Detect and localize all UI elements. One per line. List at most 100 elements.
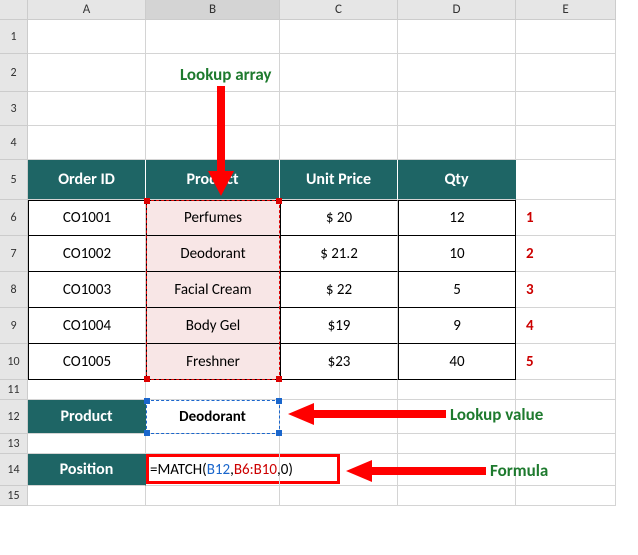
position-label[interactable]: Position	[28, 454, 146, 486]
row-header-9[interactable]: 9	[0, 308, 28, 344]
cell-B13[interactable]	[146, 434, 280, 454]
cell-C15[interactable]	[280, 486, 398, 506]
col-header-D[interactable]: D	[398, 0, 516, 19]
header-unit-price[interactable]: Unit Price	[280, 160, 398, 200]
cell-B7[interactable]: Deodorant	[146, 236, 280, 272]
cell-D12[interactable]	[398, 400, 516, 434]
header-qty[interactable]: Qty	[398, 160, 516, 200]
cell-D1[interactable]	[398, 20, 516, 54]
select-all-corner[interactable]	[0, 0, 28, 19]
cell-A3[interactable]	[28, 92, 146, 126]
cell-C6[interactable]: $ 20	[280, 200, 398, 236]
cell-D13[interactable]	[398, 434, 516, 454]
cell-E15[interactable]	[516, 486, 616, 506]
cell-A11[interactable]	[28, 380, 146, 400]
formula-suffix: )	[288, 461, 293, 479]
cell-C9[interactable]: $19	[280, 308, 398, 344]
row-index-5: 5	[516, 344, 616, 380]
cell-D9[interactable]: 9	[398, 308, 516, 344]
cell-C2[interactable]	[280, 54, 398, 92]
cell-E11[interactable]	[516, 380, 616, 400]
cell-C3[interactable]	[280, 92, 398, 126]
cell-A2[interactable]	[28, 54, 146, 92]
cell-D6[interactable]: 12	[398, 200, 516, 236]
cell-E5[interactable]	[516, 160, 616, 200]
row-header-15[interactable]: 15	[0, 486, 28, 506]
cell-D15[interactable]	[398, 486, 516, 506]
row-header-4[interactable]: 4	[0, 126, 28, 160]
row-header-14[interactable]: 14	[0, 454, 28, 486]
lookup-value-cell[interactable]: Deodorant	[146, 400, 280, 434]
cell-A4[interactable]	[28, 126, 146, 160]
cell-B10[interactable]: Freshner	[146, 344, 280, 380]
cell-A10[interactable]: CO1005	[28, 344, 146, 380]
cell-E12[interactable]	[516, 400, 616, 434]
cell-D11[interactable]	[398, 380, 516, 400]
cell-D14[interactable]	[398, 454, 516, 486]
row-header-2[interactable]: 2	[0, 54, 28, 92]
cell-C11[interactable]	[280, 380, 398, 400]
cell-D2[interactable]	[398, 54, 516, 92]
row-index-1: 1	[516, 200, 616, 236]
cell-B8[interactable]: Facial Cream	[146, 272, 280, 308]
cell-D3[interactable]	[398, 92, 516, 126]
cell-C8[interactable]: $ 22	[280, 272, 398, 308]
cell-E13[interactable]	[516, 434, 616, 454]
cell-E2[interactable]	[516, 54, 616, 92]
cell-C13[interactable]	[280, 434, 398, 454]
header-product[interactable]: Product	[146, 160, 280, 200]
formula-prefix: =MATCH(	[150, 461, 207, 479]
cell-C7[interactable]: $ 21.2	[280, 236, 398, 272]
cell-A15[interactable]	[28, 486, 146, 506]
cell-C4[interactable]	[280, 126, 398, 160]
cell-E14[interactable]	[516, 454, 616, 486]
cell-E4[interactable]	[516, 126, 616, 160]
cell-A9[interactable]: CO1004	[28, 308, 146, 344]
cell-C1[interactable]	[280, 20, 398, 54]
cell-D7[interactable]: 10	[398, 236, 516, 272]
cell-A8[interactable]: CO1003	[28, 272, 146, 308]
cell-A7[interactable]: CO1002	[28, 236, 146, 272]
cell-C14[interactable]	[280, 454, 398, 486]
row-header-12[interactable]: 12	[0, 400, 28, 434]
row-header-6[interactable]: 6	[0, 200, 28, 236]
cell-C10[interactable]: $23	[280, 344, 398, 380]
formula-cell[interactable]: =MATCH(B12,B6:B10,0)	[146, 454, 280, 486]
spreadsheet: A B C D E 1 2 3 4 5 6 7 8 9 10 11 12 13 …	[0, 0, 616, 506]
cell-B3[interactable]	[146, 92, 280, 126]
row-header-7[interactable]: 7	[0, 236, 28, 272]
cell-D10[interactable]: 40	[398, 344, 516, 380]
row-header-1[interactable]: 1	[0, 20, 28, 54]
cell-B11[interactable]	[146, 380, 280, 400]
cell-D8[interactable]: 5	[398, 272, 516, 308]
cell-B2[interactable]	[146, 54, 280, 92]
col-header-A[interactable]: A	[28, 0, 146, 19]
lookup-label[interactable]: Product	[28, 400, 146, 434]
col-header-E[interactable]: E	[516, 0, 616, 19]
cell-B15[interactable]	[146, 486, 280, 506]
grid: Order ID Product Unit Price Qty CO1001 P…	[28, 20, 616, 506]
row-index-3: 3	[516, 272, 616, 308]
col-header-B[interactable]: B	[146, 0, 280, 19]
cell-E3[interactable]	[516, 92, 616, 126]
row-header-13[interactable]: 13	[0, 434, 28, 454]
cell-B9[interactable]: Body Gel	[146, 308, 280, 344]
row-header-3[interactable]: 3	[0, 92, 28, 126]
row-header-10[interactable]: 10	[0, 344, 28, 380]
row-headers: 1 2 3 4 5 6 7 8 9 10 11 12 13 14 15	[0, 20, 28, 506]
cell-A13[interactable]	[28, 434, 146, 454]
row-header-11[interactable]: 11	[0, 380, 28, 400]
cell-E1[interactable]	[516, 20, 616, 54]
cell-D4[interactable]	[398, 126, 516, 160]
cell-C12[interactable]	[280, 400, 398, 434]
cell-A1[interactable]	[28, 20, 146, 54]
cell-A6[interactable]: CO1001	[28, 200, 146, 236]
header-order-id[interactable]: Order ID	[28, 160, 146, 200]
cell-B6[interactable]: Perfumes	[146, 200, 280, 236]
row-header-5[interactable]: 5	[0, 160, 28, 200]
row-index-2: 2	[516, 236, 616, 272]
col-header-C[interactable]: C	[280, 0, 398, 19]
row-header-8[interactable]: 8	[0, 272, 28, 308]
cell-B4[interactable]	[146, 126, 280, 160]
cell-B1[interactable]	[146, 20, 280, 54]
